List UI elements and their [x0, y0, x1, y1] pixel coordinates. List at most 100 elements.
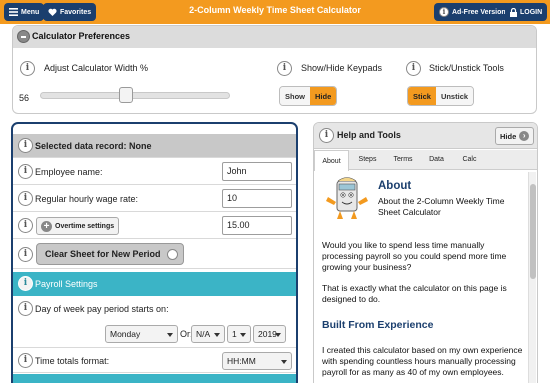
- calculator-form: i Selected data record: None i Employee …: [11, 122, 298, 383]
- favorites-button[interactable]: Favorites: [43, 3, 97, 21]
- show-keypads-button[interactable]: Show: [280, 87, 310, 105]
- chevron-down-icon: [167, 333, 173, 337]
- hide-help-button[interactable]: Hide ›: [495, 127, 535, 145]
- about-paragraph-1: Would you like to spend less time manual…: [322, 240, 507, 272]
- wage-row: i Regular hourly wage rate: 10: [13, 186, 296, 212]
- about-subheading: About the 2-Column Weekly Time Sheet Cal…: [378, 196, 505, 217]
- overtime-row: i + Overtime settings 15.00: [13, 213, 296, 239]
- time-format-select[interactable]: HH:MM: [222, 352, 292, 370]
- menu-label: Menu: [21, 8, 40, 16]
- payroll-settings-header[interactable]: i Payroll Settings: [13, 272, 296, 296]
- hamburger-icon: [9, 8, 18, 16]
- calculator-mascot-image: [326, 177, 368, 219]
- clear-sheet-button[interactable]: Clear Sheet for New Period: [36, 243, 184, 265]
- stick-tools-button[interactable]: Stick: [408, 87, 436, 105]
- help-tools-panel: i Help and Tools Hide › About Steps Term…: [313, 122, 538, 383]
- week-start-info-icon[interactable]: i: [18, 301, 33, 316]
- login-label: LOGIN: [520, 8, 543, 16]
- employee-row: i Employee name: John: [13, 159, 296, 185]
- tab-steps[interactable]: Steps: [349, 150, 386, 169]
- chevron-right-icon: ›: [519, 131, 530, 141]
- keypads-label: Show/Hide Keypads: [301, 63, 383, 73]
- help-info-icon[interactable]: i: [319, 128, 334, 143]
- help-title: Help and Tools: [337, 130, 401, 140]
- collapse-icon[interactable]: [17, 30, 30, 43]
- built-from-experience-heading: Built From Experience: [322, 319, 434, 331]
- help-scrollbar[interactable]: [528, 172, 536, 383]
- keypads-toggle: Show Hide: [279, 86, 338, 106]
- date-value: 1: [232, 329, 237, 339]
- selected-record-label: Selected data record: None: [35, 141, 152, 151]
- hide-help-label: Hide: [500, 131, 517, 141]
- day-of-week-select[interactable]: Monday: [105, 325, 178, 343]
- chevron-down-icon: [275, 333, 281, 337]
- employee-info-icon[interactable]: i: [18, 164, 33, 179]
- tab-data[interactable]: Data: [420, 150, 453, 169]
- date-select[interactable]: 1: [227, 325, 251, 343]
- heart-icon: [48, 8, 57, 16]
- plus-icon: +: [41, 220, 52, 232]
- record-info-icon[interactable]: i: [18, 138, 33, 153]
- chevron-down-icon: [281, 360, 287, 364]
- tab-terms[interactable]: Terms: [386, 150, 420, 169]
- preferences-header[interactable]: Calculator Preferences: [13, 26, 536, 48]
- overtime-rate-input[interactable]: 15.00: [222, 216, 292, 235]
- clear-row: i Clear Sheet for New Period: [13, 240, 296, 269]
- overtime-settings-label: Overtime settings: [55, 222, 115, 230]
- width-slider-handle[interactable]: [118, 87, 133, 103]
- preferences-title: Calculator Preferences: [32, 31, 131, 41]
- employee-name-input[interactable]: John: [222, 162, 292, 181]
- time-format-info-icon[interactable]: i: [18, 353, 33, 368]
- about-heading: About: [378, 180, 412, 192]
- employee-label: Employee name:: [35, 167, 103, 177]
- hide-keypads-button[interactable]: Hide: [310, 87, 337, 105]
- favorites-label: Favorites: [60, 8, 92, 16]
- lock-icon: [510, 7, 517, 17]
- help-content[interactable]: About About the 2-Column Weekly Time She…: [314, 171, 537, 383]
- tools-label: Stick/Unstick Tools: [429, 63, 504, 73]
- next-section-header[interactable]: [13, 374, 296, 383]
- ad-free-button[interactable]: i Ad-Free Version: [434, 3, 511, 21]
- top-bar: Menu Favorites 2-Column Weekly Time Shee…: [0, 0, 550, 24]
- clear-sheet-label: Clear Sheet for New Period: [45, 249, 161, 259]
- width-slider[interactable]: [40, 92, 230, 99]
- month-select[interactable]: N/A: [191, 325, 225, 343]
- tab-about[interactable]: About: [314, 150, 349, 171]
- clear-info-icon[interactable]: i: [18, 247, 33, 262]
- overtime-info-icon[interactable]: i: [18, 218, 33, 233]
- help-tabs: About Steps Terms Data Calc: [314, 150, 537, 171]
- width-value: 56: [19, 93, 30, 103]
- month-value: N/A: [196, 329, 211, 339]
- keypads-info-icon[interactable]: i: [277, 61, 292, 76]
- time-format-label: Time totals format:: [35, 356, 110, 366]
- chevron-down-icon: [240, 333, 246, 337]
- info-icon: i: [439, 7, 449, 17]
- menu-button[interactable]: Menu: [4, 3, 45, 21]
- help-scrollbar-thumb[interactable]: [530, 184, 536, 279]
- width-label: Adjust Calculator Width %: [44, 63, 149, 73]
- help-header: i Help and Tools Hide ›: [314, 123, 537, 149]
- unstick-tools-button[interactable]: Unstick: [435, 87, 474, 105]
- tab-calc[interactable]: Calc: [453, 150, 486, 169]
- week-start-row: i Day of week pay period starts on: Mond…: [13, 297, 296, 348]
- gear-icon: [167, 249, 178, 260]
- login-button[interactable]: LOGIN: [505, 3, 548, 21]
- day-of-week-value: Monday: [110, 329, 141, 339]
- week-start-label: Day of week pay period starts on:: [35, 304, 169, 314]
- wage-info-icon[interactable]: i: [18, 191, 33, 206]
- about-paragraph-3: I created this calculator based on my ow…: [322, 345, 523, 377]
- wage-rate-input[interactable]: 10: [222, 189, 292, 208]
- tools-toggle: Stick Unstick: [407, 86, 475, 106]
- overtime-settings-button[interactable]: + Overtime settings: [36, 217, 120, 235]
- payroll-settings-title: Payroll Settings: [35, 279, 98, 289]
- payroll-info-icon[interactable]: i: [18, 276, 33, 291]
- about-paragraph-2: That is exactly what the calculator on t…: [322, 283, 507, 304]
- width-info-icon[interactable]: i: [20, 61, 35, 76]
- ad-free-label: Ad-Free Version: [452, 8, 506, 16]
- year-select[interactable]: 2019: [253, 325, 286, 343]
- time-format-row: i Time totals format: HH:MM: [13, 349, 296, 373]
- wage-label: Regular hourly wage rate:: [35, 194, 139, 204]
- tools-info-icon[interactable]: i: [406, 61, 421, 76]
- calculator-preferences-panel: Calculator Preferences i Adjust Calculat…: [12, 25, 537, 114]
- time-format-value: HH:MM: [227, 356, 256, 366]
